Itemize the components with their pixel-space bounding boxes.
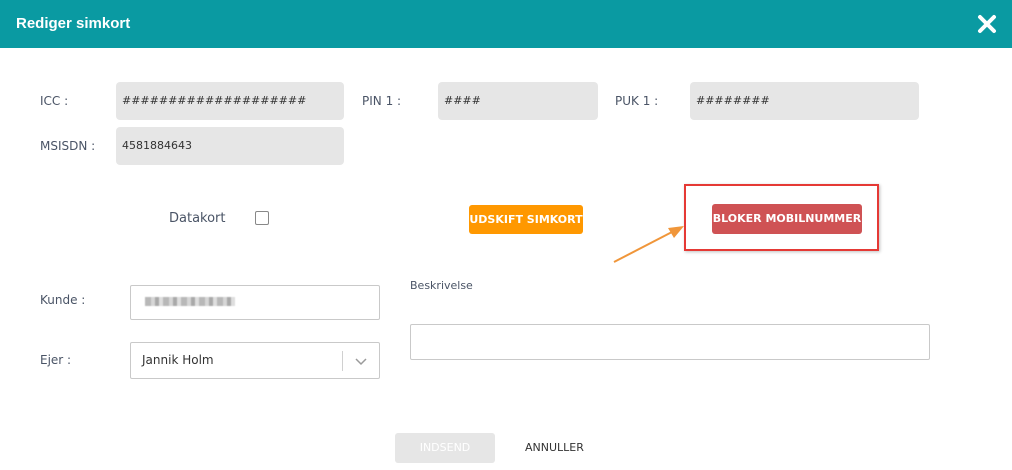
- replace-sim-button[interactable]: UDSKIFT SIMKORT: [469, 205, 583, 234]
- datakort-label: Datakort: [169, 211, 226, 226]
- ejer-select[interactable]: Jannik Holm: [130, 342, 380, 379]
- kunde-input[interactable]: [130, 285, 380, 320]
- cancel-button[interactable]: ANNULLER: [525, 441, 584, 454]
- icc-field: ####################: [116, 82, 344, 120]
- blurred-customer-name: [145, 297, 235, 306]
- submit-button[interactable]: INDSEND: [395, 433, 495, 463]
- dialog-header: Rediger simkort: [0, 0, 1012, 48]
- ejer-label: Ejer :: [40, 353, 72, 367]
- puk1-label: PUK 1 :: [615, 94, 659, 108]
- description-label: Beskrivelse: [410, 279, 473, 292]
- edit-sim-dialog: Rediger simkort ICC : ##################…: [0, 0, 1012, 470]
- datakort-checkbox[interactable]: [255, 211, 269, 225]
- kunde-label: Kunde :: [40, 293, 86, 307]
- select-divider: [342, 351, 343, 371]
- puk1-field: ########: [690, 82, 919, 120]
- description-input[interactable]: [410, 324, 930, 360]
- block-number-button[interactable]: BLOKER MOBILNUMMER: [712, 204, 862, 234]
- icc-label: ICC :: [40, 94, 69, 108]
- dialog-title: Rediger simkort: [16, 15, 131, 32]
- ejer-value: Jannik Holm: [142, 353, 214, 367]
- chevron-down-icon[interactable]: [353, 353, 369, 369]
- msisdn-label: MSISDN :: [40, 139, 96, 153]
- close-icon[interactable]: [976, 13, 998, 35]
- pin1-label: PIN 1 :: [362, 94, 402, 108]
- msisdn-field: 4581884643: [116, 127, 344, 165]
- pin1-field: ####: [438, 82, 598, 120]
